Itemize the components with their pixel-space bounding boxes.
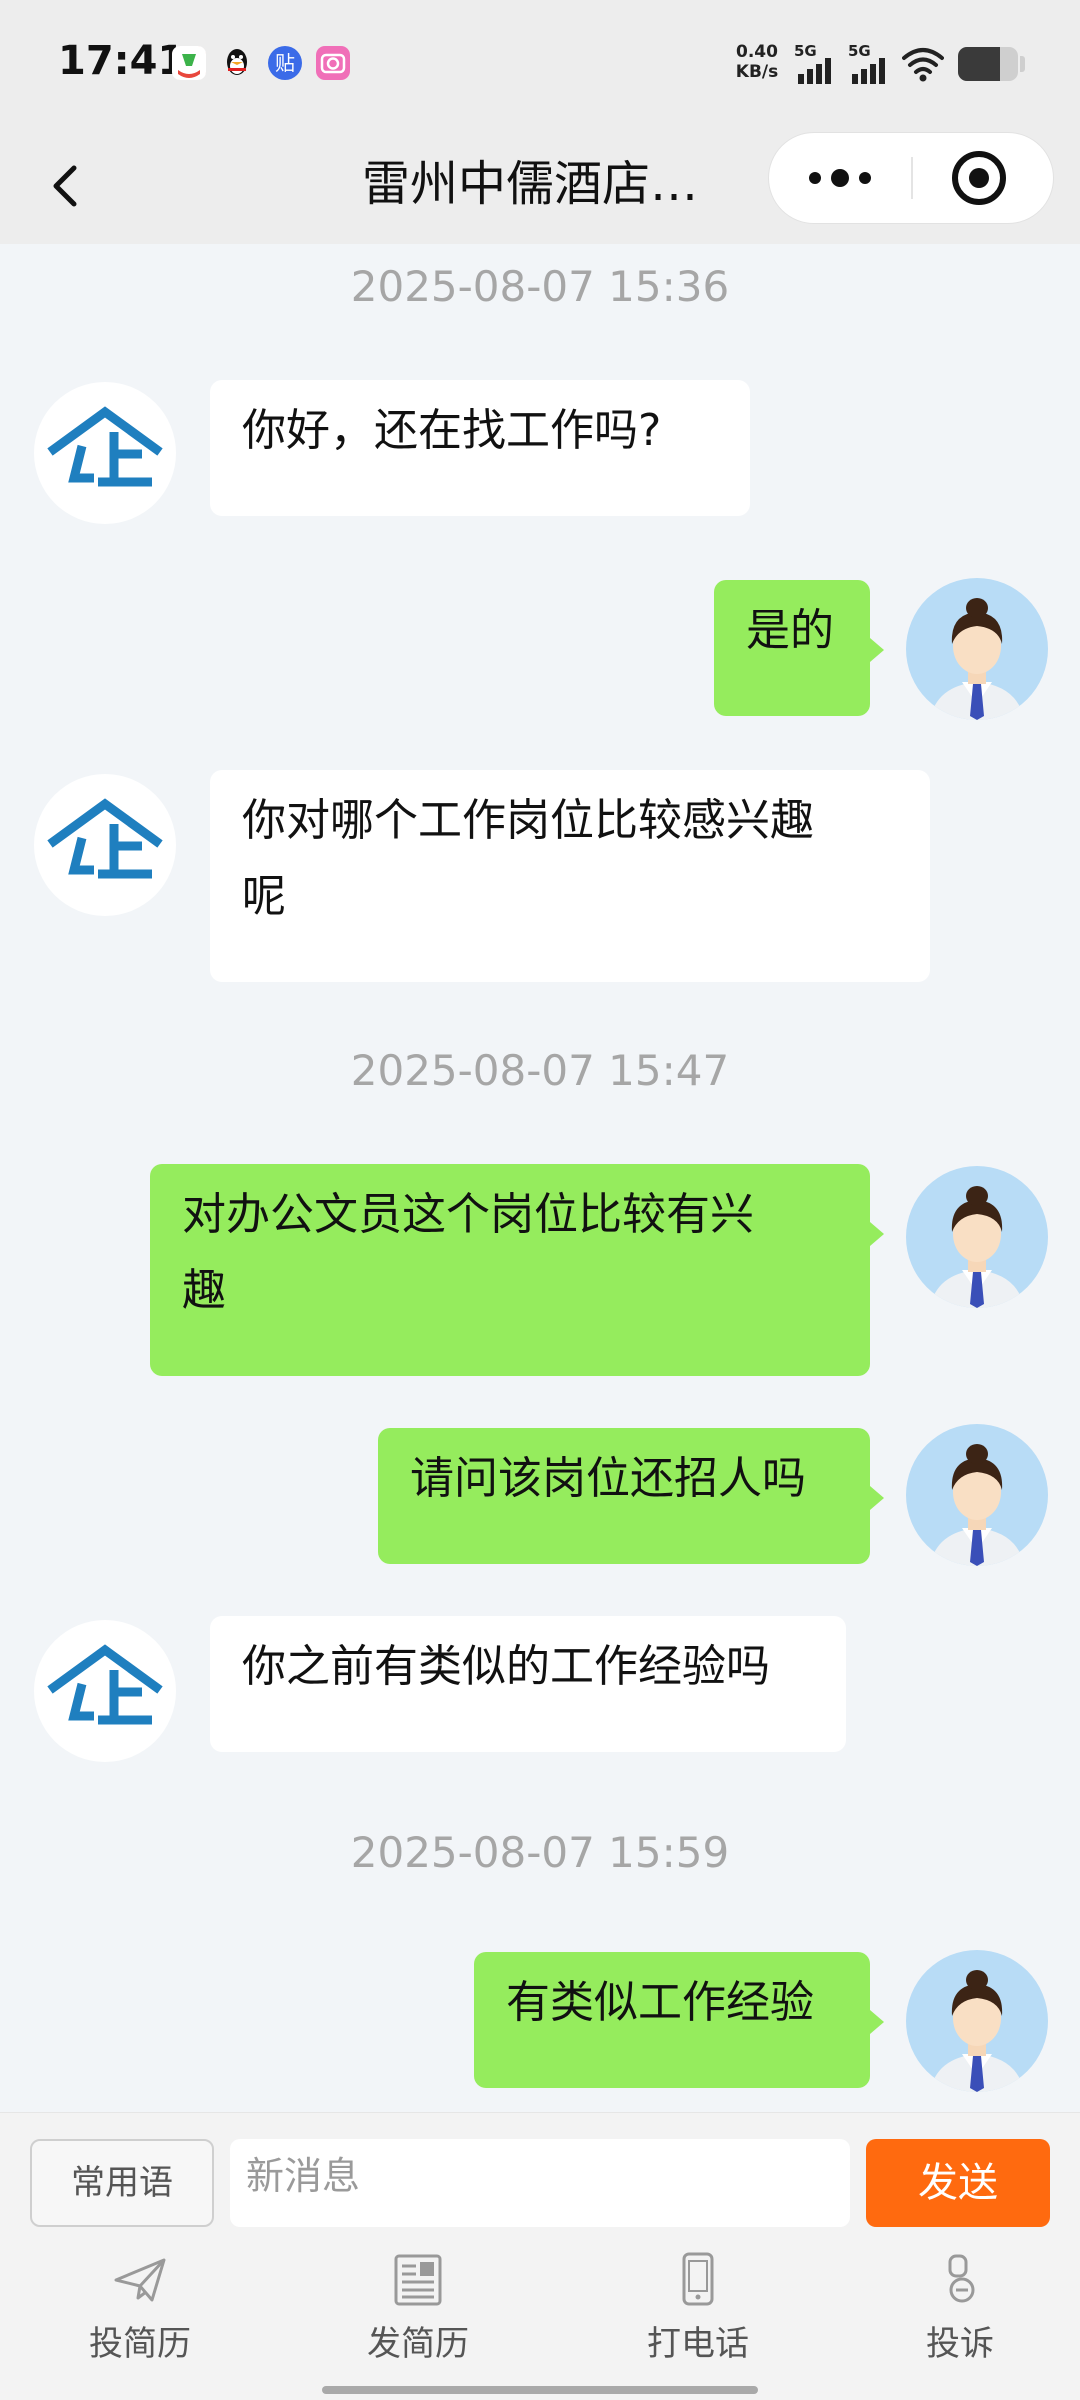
red-app-icon: [172, 46, 206, 80]
signal-icon-2: [852, 58, 885, 84]
chat-timestamp: 2025-08-07 15:36: [350, 262, 730, 311]
camera-app-glyph: [320, 53, 346, 74]
tab-call[interactable]: 打电话: [598, 2252, 798, 2370]
message-bubble[interactable]: 对办公文员这个岗位比较有兴 趣: [150, 1164, 884, 1376]
message-bubble[interactable]: 你之前有类似的工作经验吗: [210, 1616, 846, 1752]
send-button[interactable]: 发送: [866, 2139, 1050, 2227]
person-avatar-icon: [930, 598, 1024, 720]
message-bubble[interactable]: 你好，还在找工作吗?: [210, 380, 750, 516]
network-speed-value: 0.40: [736, 42, 778, 62]
message-line: 对办公文员这个岗位比较有兴: [182, 1189, 754, 1240]
tab-label: 投诉: [926, 2324, 994, 2364]
user-avatar[interactable]: [906, 1950, 1048, 2092]
paper-plane-icon: [114, 2258, 166, 2302]
message-bubble[interactable]: 有类似工作经验: [474, 1952, 884, 2088]
camera-app-icon: [316, 46, 350, 80]
company-logo-icon: [47, 1644, 163, 1725]
company-logo-icon: [47, 406, 163, 487]
message-line: 是的: [746, 605, 834, 656]
input-bar: 常用语 新消息 发送: [0, 2112, 1080, 2237]
status-bar: 17:41 贴 0.40 KB/s 5G 5G: [0, 0, 1080, 128]
message-line: 你好，还在找工作吗?: [242, 405, 662, 456]
message-line: 有类似工作经验: [506, 1977, 814, 2028]
resume-icon: [394, 2254, 442, 2306]
more-button[interactable]: [769, 133, 911, 223]
more-dots-icon: [809, 169, 871, 187]
battery-tip: [1020, 56, 1025, 72]
message-bubble[interactable]: 请问该岗位还招人吗: [378, 1428, 884, 1564]
back-button[interactable]: [30, 146, 110, 226]
phone-icon: [682, 2252, 714, 2306]
message-bubble[interactable]: 你对哪个工作岗位比较感兴趣 呢: [210, 770, 930, 982]
complaint-icon: [948, 2254, 975, 2303]
qq-penguin-glyph: [227, 49, 247, 75]
red-app-glyph: [172, 46, 206, 80]
message-line: 你之前有类似的工作经验吗: [242, 1641, 770, 1692]
user-avatar[interactable]: [906, 1166, 1048, 1308]
signal-icon: [798, 58, 831, 84]
company-logo-icon: [47, 798, 163, 879]
company-avatar[interactable]: [34, 382, 176, 524]
tab-label: 发简历: [367, 2324, 469, 2364]
tab-send-resume[interactable]: 发简历: [318, 2252, 518, 2370]
bottom-tab-bar: 投简历 发简历 打电话 投诉: [0, 2236, 1080, 2400]
tieba-icon: 贴: [268, 46, 302, 80]
person-avatar-icon: [930, 1444, 1024, 1566]
page-title: 雷州中儒酒店…: [362, 156, 699, 212]
close-mini-program-button[interactable]: [913, 133, 1053, 223]
message-input[interactable]: 新消息: [230, 2139, 850, 2227]
user-avatar[interactable]: [906, 1424, 1048, 1566]
company-avatar[interactable]: [34, 774, 176, 916]
person-avatar-icon: [930, 1186, 1024, 1308]
tab-label: 投简历: [89, 2324, 191, 2364]
battery-level: [958, 47, 1000, 81]
tab-label: 打电话: [647, 2324, 749, 2364]
home-indicator[interactable]: [322, 2386, 758, 2394]
company-avatar[interactable]: [34, 1620, 176, 1762]
common-phrases-button[interactable]: 常用语: [30, 2139, 214, 2227]
network-speed-unit: KB/s: [735, 62, 779, 82]
qq-icon: [220, 46, 254, 80]
tab-complain[interactable]: 投诉: [860, 2252, 1060, 2370]
chat-timestamp: 2025-08-07 15:47: [350, 1046, 730, 1095]
nav-bar: 雷州中儒酒店…: [0, 128, 1080, 244]
tab-submit-resume[interactable]: 投简历: [40, 2252, 240, 2370]
message-input-placeholder: 新消息: [246, 2154, 361, 2198]
chat-area[interactable]: 2025-08-07 15:36 你好，还在找工作吗? 是的 你对哪个工作岗位比…: [0, 244, 1080, 2112]
battery-icon: [958, 47, 1018, 81]
target-close-icon: [952, 151, 1006, 205]
chat-timestamp: 2025-08-07 15:59: [350, 1828, 730, 1877]
message-bubble[interactable]: 是的: [714, 580, 884, 716]
message-line: 呢: [242, 871, 286, 922]
message-line: 你对哪个工作岗位比较感兴趣: [242, 795, 814, 846]
chevron-left-icon: [53, 165, 77, 207]
person-avatar-icon: [930, 1970, 1024, 2092]
tieba-glyph: 贴: [275, 51, 295, 75]
network-speed: 0.40 KB/s: [732, 42, 782, 82]
message-line: 趣: [182, 1265, 226, 1316]
message-line: 请问该岗位还招人吗: [410, 1453, 806, 1504]
user-avatar[interactable]: [906, 578, 1048, 720]
wifi-icon: [902, 48, 944, 82]
status-time: 17:41: [58, 38, 186, 84]
mini-program-capsule: [768, 132, 1054, 224]
